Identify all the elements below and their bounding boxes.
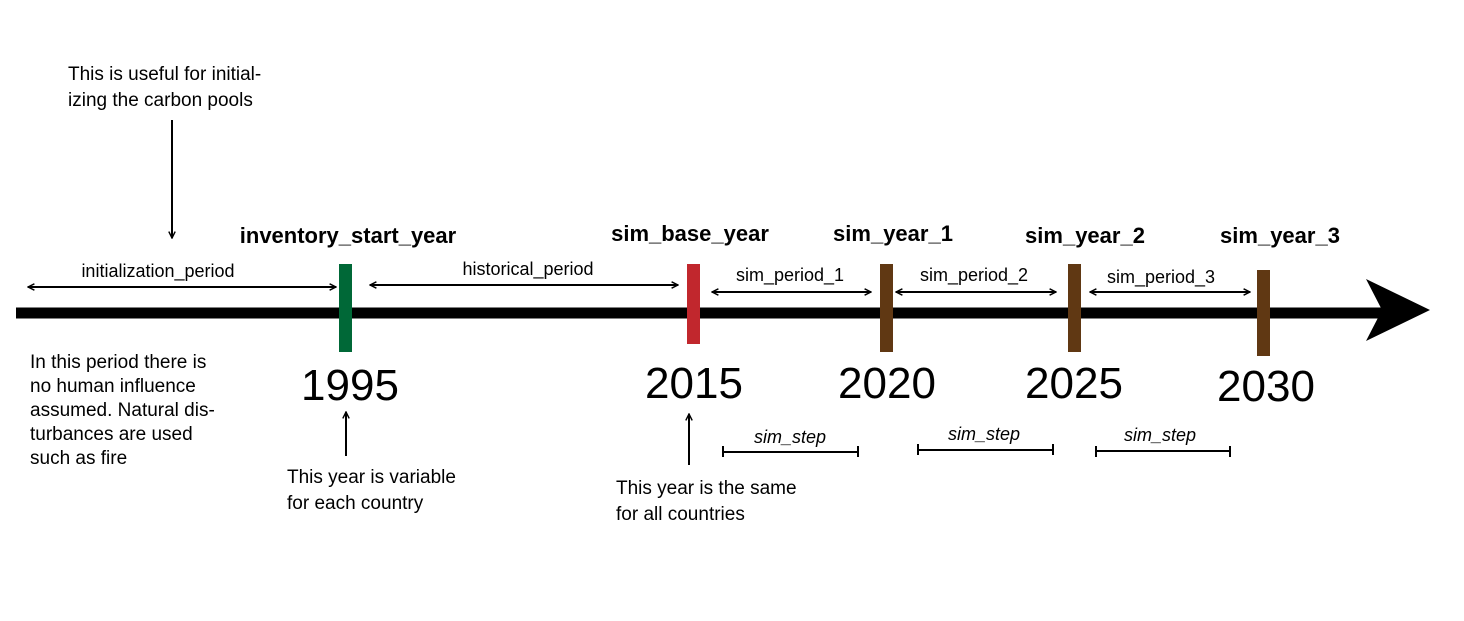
note-2015: This year is the same for all countries [616,478,802,525]
milestone-bar-2020 [880,264,893,352]
sim-step-label-1: sim_step [754,427,826,447]
top-note-line: This is useful for initial- [68,64,261,85]
top-note: This is useful for initial- izing the ca… [68,64,267,111]
left-note: In this period there is no human influen… [30,352,220,469]
year-1995: 1995 [301,361,399,410]
milestone-label-inventory-start-year: inventory_start_year [240,223,457,248]
note-1995-line: for each country [287,493,424,514]
timeline-diagram: This is useful for initial- izing the ca… [16,64,1430,525]
top-note-line: izing the carbon pools [68,90,253,111]
note-1995-line: This year is variable [287,467,456,488]
year-2025: 2025 [1025,359,1123,408]
year-2015: 2015 [645,359,743,408]
period-label-sim-period-1: sim_period_1 [736,265,844,286]
sim-step-label-2: sim_step [948,424,1020,444]
milestone-bar-2025 [1068,264,1081,352]
milestone-label-sim-year-2: sim_year_2 [1025,223,1145,248]
milestone-bar-2015 [687,264,700,344]
left-note-line: turbances are used [30,424,193,445]
period-label-sim-period-2: sim_period_2 [920,265,1028,286]
year-2030: 2030 [1217,362,1315,411]
left-note-line: such as fire [30,448,127,469]
milestone-label-sim-year-1: sim_year_1 [833,221,953,246]
note-2015-line: for all countries [616,504,745,525]
sim-step-label-3: sim_step [1124,425,1196,445]
milestone-label-sim-base-year: sim_base_year [611,221,769,246]
left-note-line: assumed. Natural dis- [30,400,215,421]
period-label-initialization: initialization_period [81,261,234,282]
sim-step-bracket-2 [917,444,1054,455]
note-2015-line: This year is the same [616,478,797,499]
left-note-line: In this period there is [30,352,206,373]
year-2020: 2020 [838,359,936,408]
milestone-bar-1995 [339,264,352,352]
period-label-sim-period-3: sim_period_3 [1107,267,1215,288]
sim-step-bracket-1 [722,446,859,457]
milestone-label-sim-year-3: sim_year_3 [1220,223,1340,248]
milestone-bar-2030 [1257,270,1270,356]
period-label-historical: historical_period [462,259,593,280]
left-note-line: no human influence [30,376,196,397]
sim-step-bracket-3 [1095,446,1231,457]
note-1995: This year is variable for each country [287,467,461,514]
